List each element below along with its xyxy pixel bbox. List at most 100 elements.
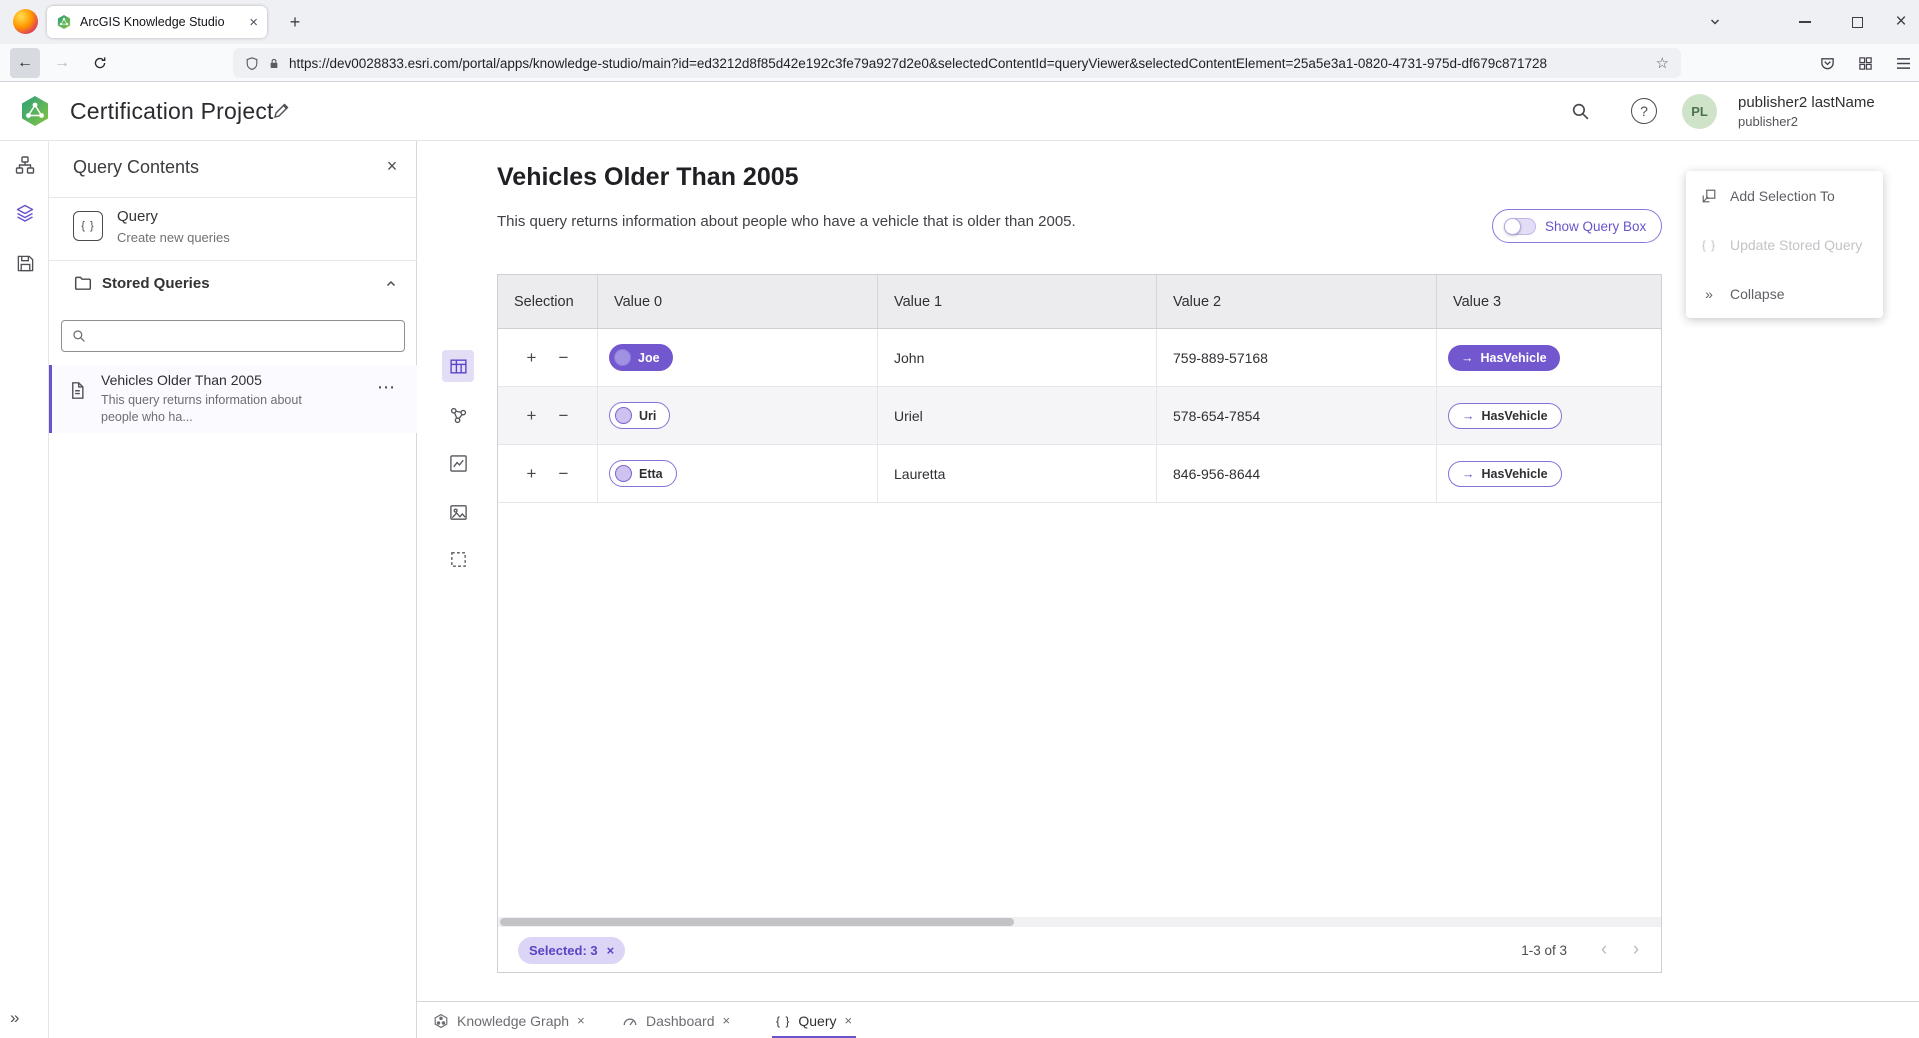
selected-count-chip[interactable]: Selected: 3 × [518,937,625,964]
remove-selection-minus-icon[interactable]: − [556,465,572,482]
next-page-icon[interactable]: › [1623,937,1649,963]
chevron-up-icon[interactable] [385,278,397,290]
menu-item-collapse[interactable]: » Collapse [1686,269,1883,318]
table-row[interactable]: + − Etta Lauretta 846-956-8644 →HasVehic… [498,445,1661,503]
tab-query[interactable]: { } Query × [776,1002,852,1038]
column-header[interactable]: Value 2 [1157,275,1437,328]
toggle-knob [1504,218,1521,235]
user-info[interactable]: publisher2 lastName publisher2 [1738,93,1875,131]
map-view-icon[interactable] [442,496,474,528]
table-footer: Selected: 3 × 1-3 of 3 ‹ › [498,927,1661,973]
lock-icon[interactable] [268,57,280,70]
link-chart-icon[interactable] [442,399,474,431]
back-button[interactable]: ← [10,48,40,78]
app-menu-icon[interactable] [1888,49,1918,77]
bookmark-star-icon[interactable]: ☆ [1656,54,1669,72]
arrow-right-icon: → [1461,351,1474,365]
folder-icon [74,275,92,291]
save-icon[interactable] [13,251,37,275]
cell-value: 759-889-57168 [1157,329,1437,386]
save-to-pocket-icon[interactable] [1812,49,1842,77]
expand-selection-plus-icon[interactable]: + [524,465,540,482]
expand-selection-plus-icon[interactable]: + [524,407,540,424]
query-item-title: Query [117,208,158,225]
search-icon[interactable] [1565,96,1595,126]
query-braces-icon: { } [73,211,103,241]
remove-selection-minus-icon[interactable]: − [556,349,572,366]
project-title: Certification Project [70,82,274,141]
clear-selection-icon[interactable]: × [607,943,615,958]
help-icon[interactable]: ? [1631,98,1657,124]
relationship-pill[interactable]: →HasVehicle [1448,345,1560,371]
window-close-button[interactable]: × [1884,7,1918,37]
chart-view-icon[interactable] [442,447,474,479]
stored-query-description: This query returns information about peo… [101,392,339,426]
table-view-icon[interactable] [442,350,474,382]
shield-icon[interactable] [245,56,259,71]
pagination: 1-3 of 3 ‹ › [1521,937,1649,963]
tab-close-icon[interactable]: × [249,15,258,30]
stored-queries-search-input[interactable] [94,329,394,344]
tab-dashboard[interactable]: Dashboard × [622,1002,730,1038]
stored-queries-header[interactable]: Stored Queries [49,260,417,310]
toggle-track[interactable] [1504,218,1536,235]
show-query-box-toggle[interactable]: Show Query Box [1492,209,1662,243]
tab-title: ArcGIS Knowledge Studio [80,15,241,29]
column-header[interactable]: Selection [498,275,598,328]
selection-context-menu: Add Selection To { } Update Stored Query… [1686,171,1883,318]
forward-button[interactable]: → [47,48,77,78]
browser-nav-bar: ← → https://dev0028833.esri.com/portal/a… [0,44,1919,82]
expand-selection-plus-icon[interactable]: + [524,349,540,366]
expand-rail-icon[interactable]: » [10,1008,19,1028]
column-header[interactable]: Value 0 [598,275,878,328]
browser-tab[interactable]: ArcGIS Knowledge Studio × [47,6,267,38]
user-avatar[interactable]: PL [1682,94,1717,129]
pagination-label: 1-3 of 3 [1521,943,1567,958]
column-header[interactable]: Value 1 [878,275,1157,328]
table-row[interactable]: + − Uri Uriel 578-654-7854 →HasVehicle [498,387,1661,445]
relationship-pill[interactable]: →HasVehicle [1448,461,1562,487]
selection-tool-icon[interactable] [442,543,474,575]
url-bar[interactable]: https://dev0028833.esri.com/portal/apps/… [233,48,1681,78]
data-model-icon[interactable] [13,153,37,177]
collapse-chevrons-icon: » [1700,286,1718,302]
window-maximize-button[interactable] [1840,7,1874,37]
new-query-item[interactable]: { } Query Create new queries [49,198,417,260]
relationship-pill[interactable]: →HasVehicle [1448,403,1562,429]
panel-title: Query Contents [73,157,199,178]
tab-close-icon[interactable]: × [844,1013,852,1028]
entity-pill[interactable]: Joe [609,344,673,371]
user-username: publisher2 [1738,113,1875,131]
tab-knowledge-graph[interactable]: Knowledge Graph × [433,1002,585,1038]
horizontal-scrollbar[interactable] [498,917,1661,927]
cell-value: 578-654-7854 [1157,387,1437,444]
panel-close-icon[interactable]: × [379,153,405,179]
cell-value: John [878,329,1157,386]
menu-item-update-stored-query[interactable]: { } Update Stored Query [1686,220,1883,269]
window-minimize-button[interactable] [1788,7,1822,37]
item-options-ellipsis-icon[interactable]: ⋯ [377,377,396,398]
tab-close-icon[interactable]: × [723,1013,731,1028]
column-header[interactable]: Value 3 [1437,275,1661,328]
firefox-icon[interactable] [13,9,38,34]
remove-selection-minus-icon[interactable]: − [556,407,572,424]
edit-title-pencil-icon[interactable] [272,102,290,120]
stored-query-list-item[interactable]: Vehicles Older Than 2005 This query retu… [49,365,417,433]
entity-dot-icon [615,407,632,424]
user-full-name: publisher2 lastName [1738,93,1875,113]
entity-pill[interactable]: Etta [609,460,677,487]
scrollbar-thumb[interactable] [500,918,1014,926]
table-row[interactable]: + − Joe John 759-889-57168 →HasVehicle [498,329,1661,387]
new-tab-button[interactable]: + [282,9,308,35]
contents-layers-icon[interactable] [13,201,37,225]
selected-count-label: Selected: 3 [529,943,598,958]
entity-pill[interactable]: Uri [609,402,670,429]
previous-page-icon[interactable]: ‹ [1591,937,1617,963]
list-all-tabs-icon[interactable] [1698,7,1732,37]
arcgis-knowledge-logo [18,94,52,128]
extensions-icon[interactable] [1850,49,1880,77]
menu-item-add-selection-to[interactable]: Add Selection To [1686,171,1883,220]
stored-queries-search[interactable] [61,320,405,352]
tab-close-icon[interactable]: × [577,1013,585,1028]
reload-button[interactable] [85,48,115,78]
